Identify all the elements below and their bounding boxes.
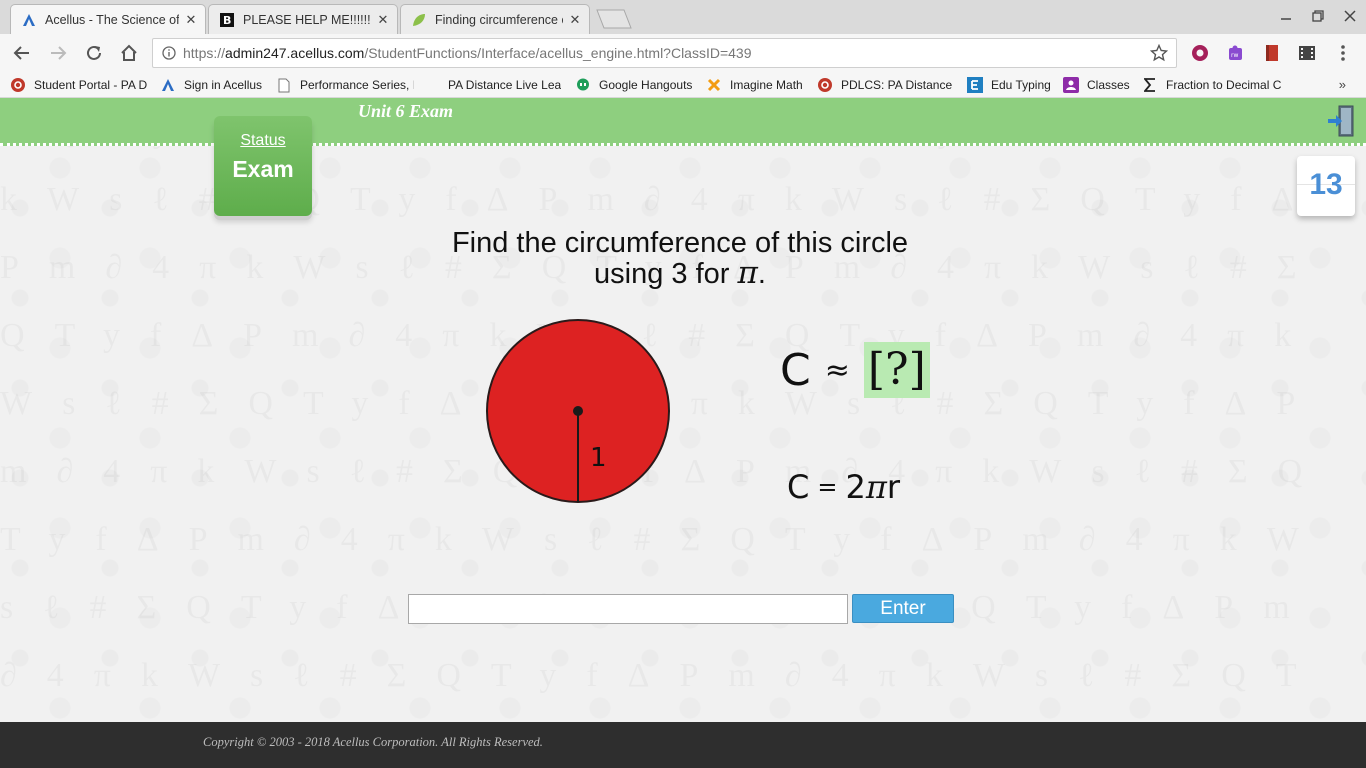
restore-icon[interactable] [1308, 6, 1328, 26]
formula-coefficient: 2 [845, 468, 866, 506]
bookmark-label: Classes [1087, 78, 1130, 92]
answer-input[interactable] [408, 594, 848, 624]
sigma-icon [1142, 77, 1158, 93]
imagine-math-icon [706, 77, 722, 93]
address-bar[interactable]: https://admin247.acellus.com/StudentFunc… [152, 38, 1177, 68]
acellus-icon [160, 77, 176, 93]
formula-circumference: C = 2πr [787, 468, 900, 506]
page-icon [276, 77, 292, 93]
enter-button[interactable]: Enter [852, 594, 954, 623]
tab-title: Finding circumference o [435, 12, 563, 27]
url-scheme: https:// [183, 45, 226, 61]
bookmark-student-portal[interactable]: Student Portal - PA D [10, 76, 150, 94]
formula-lhs: C [780, 344, 811, 396]
bookmark-label: Imagine Math [730, 78, 803, 92]
menu-icon[interactable] [1334, 44, 1352, 62]
svg-text:B: B [223, 14, 231, 27]
status-label: Status [240, 132, 286, 149]
bookmark-label: Fraction to Decimal C [1166, 78, 1282, 92]
tab-title: PLEASE HELP ME!!!!!!! - B [243, 12, 371, 27]
reload-icon[interactable] [82, 41, 106, 65]
tab-acellus[interactable]: Acellus - The Science of ✕ [10, 4, 206, 34]
formula-lhs: C [787, 468, 810, 506]
classes-icon [1063, 77, 1079, 93]
circle-figure: 1 [486, 319, 670, 503]
question-counter: 13 [1297, 156, 1355, 216]
radius-label: 1 [590, 443, 607, 473]
url-host: admin247.acellus.com [225, 45, 365, 61]
prompt-line-2: using 3 for π. [380, 255, 980, 291]
pi-symbol: π [737, 255, 758, 291]
prompt-line-1: Find the circumference of this circle [451, 227, 909, 259]
pdlcs-icon [10, 77, 26, 93]
svg-text:rw: rw [1231, 52, 1238, 59]
bookmark-fraction-to-decimal[interactable]: Fraction to Decimal C [1142, 76, 1282, 94]
tab-title: Acellus - The Science of [45, 12, 179, 27]
tab-brainly[interactable]: B PLEASE HELP ME!!!!!!! - B ✕ [208, 4, 398, 34]
equals-symbol: = [817, 473, 838, 501]
status-badge: Status Exam [214, 116, 312, 216]
approx-symbol: ≈ [824, 352, 850, 388]
pdlcs-icon [817, 77, 833, 93]
prompt-period: . [757, 258, 766, 290]
browser-toolbar: https://admin247.acellus.com/StudentFunc… [0, 34, 1366, 72]
back-icon[interactable] [10, 41, 34, 65]
bookmark-imagine-math[interactable]: Imagine Math [706, 76, 810, 94]
more-bookmarks-button[interactable]: » [1339, 77, 1346, 92]
copyright-text: Copyright © 2003 - 2018 Acellus Corporat… [203, 735, 543, 749]
close-icon[interactable]: ✕ [183, 12, 199, 28]
footer: Copyright © 2003 - 2018 Acellus Corporat… [0, 722, 1366, 768]
bookmark-google-hangouts[interactable]: Google Hangouts [575, 76, 699, 94]
formula-variable: r [886, 468, 900, 506]
info-icon[interactable] [162, 46, 176, 60]
header-band: Unit 6 Exam [0, 98, 1366, 146]
extension-book-icon[interactable] [1263, 44, 1281, 62]
exit-door-icon[interactable] [1326, 104, 1356, 138]
home-icon[interactable] [117, 41, 141, 65]
bookmark-classes[interactable]: Classes [1063, 76, 1135, 94]
url-path: /StudentFunctions/Interface/acellus_engi… [364, 45, 752, 61]
edu-typing-icon [967, 77, 983, 93]
close-icon[interactable]: ✕ [375, 12, 391, 28]
pi-symbol: π [865, 468, 887, 506]
extension-puzzle-icon[interactable]: rw [1227, 44, 1245, 62]
tab-strip: Acellus - The Science of ✕ B PLEASE HELP… [0, 0, 1366, 34]
bookmark-pdlcs[interactable]: PDLCS: PA Distance I [817, 76, 953, 94]
tab-circumference[interactable]: Finding circumference o ✕ [400, 4, 590, 34]
bookmark-performance-series[interactable]: Performance Series, I [276, 76, 414, 94]
minimize-icon[interactable] [1276, 6, 1296, 26]
prompt-line-2-text: using 3 for [594, 258, 730, 290]
close-window-icon[interactable] [1340, 6, 1360, 26]
extension-record-icon[interactable] [1191, 44, 1209, 62]
bookmark-label: Google Hangouts [599, 78, 693, 92]
close-icon[interactable]: ✕ [567, 12, 583, 28]
bookmark-star-icon[interactable] [1149, 43, 1169, 62]
leaf-icon [411, 12, 427, 28]
acellus-icon [21, 12, 37, 28]
hangouts-icon [575, 77, 591, 93]
new-tab-button[interactable] [596, 9, 632, 29]
bookmark-label: PA Distance Live Lea [448, 78, 562, 92]
question-prompt: Find the circumference of this circle us… [380, 228, 980, 289]
background-pattern: ΣQTyfΔPm∂4πkWsℓ#ΣQTyfΔPm∂4πkWsℓ#ΣQTyfΔPm… [0, 98, 1366, 722]
answer-placeholder-box: [?] [863, 342, 930, 398]
brainly-icon: B [219, 12, 235, 28]
bookmark-label: Edu Typing [991, 78, 1051, 92]
bookmark-pa-distance-live[interactable]: PA Distance Live Lea [424, 76, 564, 94]
bookmarks-bar: Student Portal - PA D Sign in Acellus Pe… [0, 72, 1366, 98]
bookmark-edu-typing[interactable]: Edu Typing [967, 76, 1057, 94]
blank-icon [424, 77, 440, 93]
acellus-page: ΣQTyfΔPm∂4πkWsℓ#ΣQTyfΔPm∂4πkWsℓ#ΣQTyfΔPm… [0, 98, 1366, 722]
bookmark-label: PDLCS: PA Distance I [841, 78, 953, 92]
bookmark-label: Student Portal - PA D [34, 78, 148, 92]
forward-icon[interactable] [46, 41, 70, 65]
bookmark-label: Performance Series, I [300, 78, 414, 92]
bookmark-label: Sign in Acellus [184, 78, 263, 92]
bookmark-sign-in-acellus[interactable]: Sign in Acellus [160, 76, 268, 94]
status-value: Exam [232, 156, 294, 182]
unit-title: Unit 6 Exam [358, 101, 454, 121]
formula-answer: C ≈ [?] [780, 342, 930, 398]
center-dot [573, 406, 583, 416]
extension-film-icon[interactable] [1298, 44, 1316, 62]
